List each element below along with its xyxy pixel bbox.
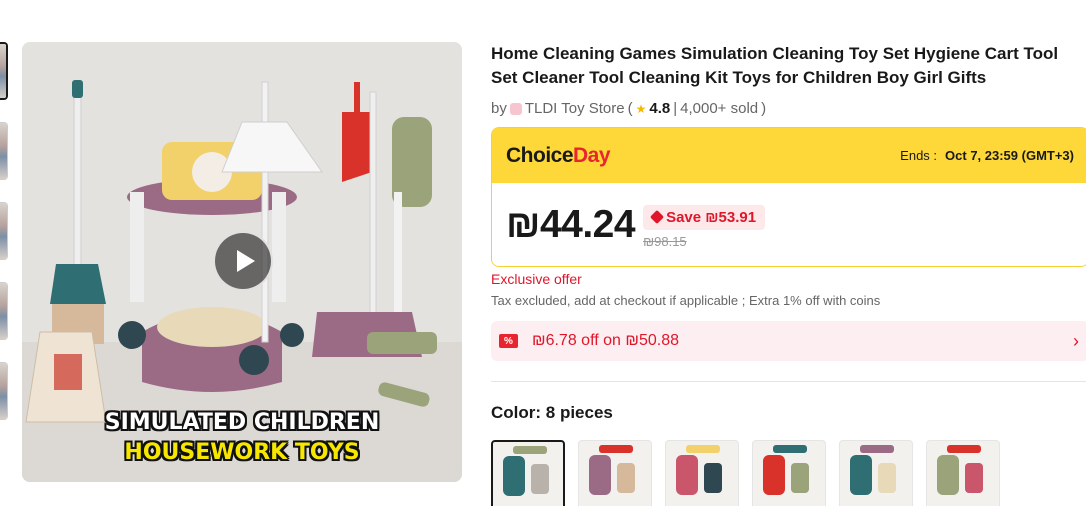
exclusive-offer-label: Exclusive offer — [491, 271, 582, 287]
save-amount: Save ₪53.91 — [666, 208, 757, 226]
thumbnail-5[interactable] — [0, 362, 8, 420]
choice-logo-part2: Day — [573, 143, 611, 167]
product-page: SIMULATED CHILDREN HOUSEWORK TOYS Home C… — [0, 0, 1086, 506]
swatch-6[interactable] — [926, 440, 1000, 506]
swatch-2[interactable] — [578, 440, 652, 506]
choice-logo-part1: Choice — [506, 143, 574, 167]
image-caption-line2: HOUSEWORK TOYS — [124, 440, 360, 465]
divider — [491, 381, 1086, 382]
product-title: Home Cleaning Games Simulation Cleaning … — [491, 44, 1059, 87]
rating-value[interactable]: 4.8 — [649, 100, 670, 117]
thumbnail-4[interactable] — [0, 282, 8, 340]
choice-day-promo: ChoiceDay Ends : Oct 7, 23:59 (GMT+3) ₪44… — [491, 127, 1086, 267]
chevron-right-icon: › — [1073, 330, 1079, 351]
choice-day-logo: ChoiceDay — [506, 143, 611, 168]
star-icon: ★ — [635, 101, 647, 116]
thumbnail-strip — [0, 42, 8, 442]
swatch-4[interactable] — [752, 440, 826, 506]
price-side: Save ₪53.91 ₪98.15 — [643, 204, 766, 249]
product-info-panel: Home Cleaning Games Simulation Cleaning … — [491, 42, 1086, 506]
by-label: by — [491, 100, 507, 117]
swatch-5[interactable] — [839, 440, 913, 506]
thumbnail-1[interactable] — [0, 42, 8, 100]
store-icon — [509, 102, 522, 115]
play-icon — [236, 250, 255, 272]
thumbnail-3[interactable] — [0, 202, 8, 260]
swatch-3[interactable] — [665, 440, 739, 506]
play-video-button[interactable] — [213, 231, 273, 291]
ends-label: Ends : — [900, 148, 938, 163]
promo-end-time: Ends : Oct 7, 23:59 (GMT+3) — [900, 148, 1074, 163]
choice-day-header: ChoiceDay Ends : Oct 7, 23:59 (GMT+3) — [492, 128, 1086, 183]
coupon-icon: % — [499, 334, 518, 348]
close-paren: ) — [761, 100, 767, 117]
sold-count: 4,000+ sold — [680, 100, 759, 117]
original-price: ₪98.15 — [643, 233, 687, 249]
tax-note: Tax excluded, add at checkout if applica… — [491, 293, 881, 308]
image-caption-line1: SIMULATED CHILDREN — [104, 410, 380, 435]
price-block: ₪44.24 Save ₪53.91 ₪98.15 — [492, 183, 1086, 266]
separator: | — [673, 100, 678, 117]
tag-icon — [650, 209, 665, 225]
swatch-1[interactable] — [491, 440, 565, 506]
color-swatches — [491, 440, 1086, 506]
main-product-image[interactable]: SIMULATED CHILDREN HOUSEWORK TOYS — [22, 42, 462, 482]
ends-value: Oct 7, 23:59 (GMT+3) — [945, 148, 1074, 163]
store-link[interactable]: TLDI Toy Store — [525, 100, 625, 117]
thumbnail-2[interactable] — [0, 122, 8, 180]
open-paren: ( — [627, 100, 633, 117]
coupon-banner[interactable]: % ₪6.78 off on ₪50.88 › — [491, 321, 1086, 361]
color-variant-label: Color: 8 pieces — [491, 403, 613, 422]
store-line: by TLDI Toy Store ( ★ 4.8 | 4,000+ sold … — [491, 100, 1086, 117]
current-price: ₪44.24 — [506, 202, 636, 246]
save-badge: Save ₪53.91 — [643, 204, 766, 230]
coupon-text: ₪6.78 off on ₪50.88 — [532, 332, 679, 349]
